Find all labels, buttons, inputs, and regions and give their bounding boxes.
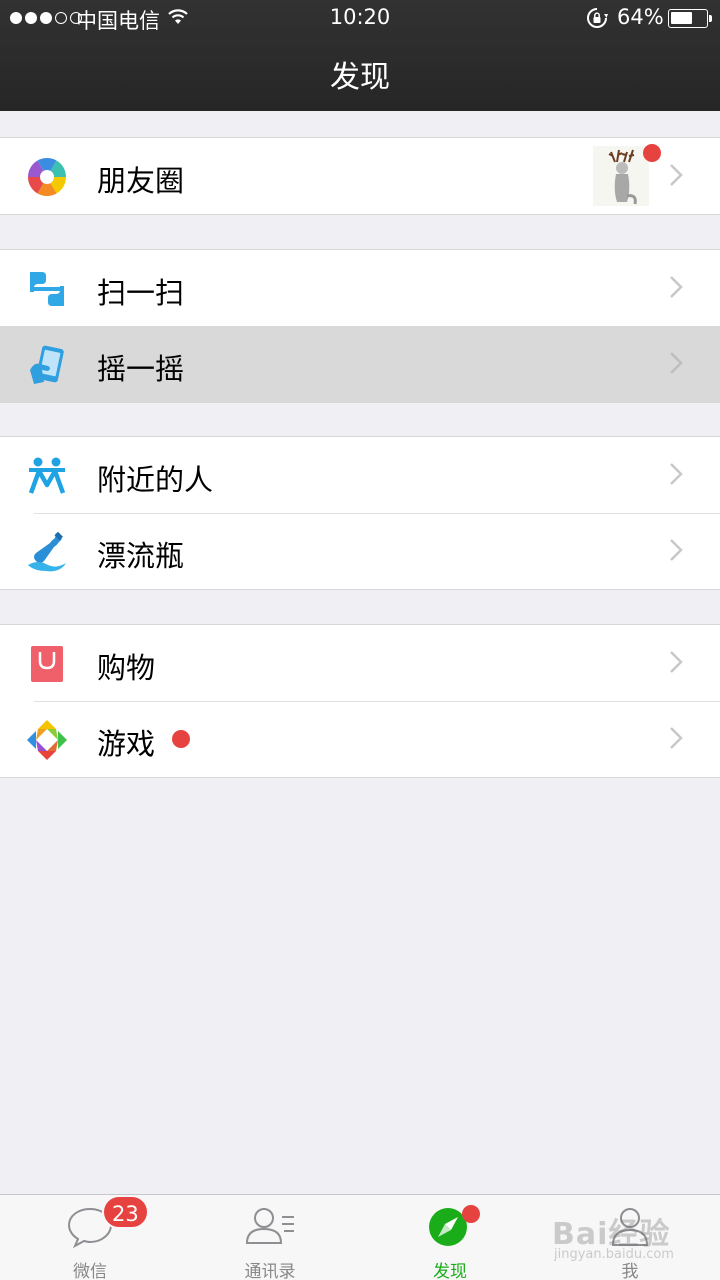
contacts-icon: [180, 1205, 360, 1249]
page-title: 发现: [330, 60, 390, 95]
shopping-bag-icon: [26, 643, 68, 685]
drift-bottle-icon: [26, 531, 68, 573]
watermark-line2: jingyan.baidu.com: [554, 1247, 674, 1262]
chevron-right-icon: [668, 274, 684, 304]
chevron-right-icon: [668, 162, 684, 192]
chevron-right-icon: [668, 461, 684, 491]
chevron-right-icon: [668, 649, 684, 679]
moments-aperture-icon: [26, 156, 68, 198]
chevron-right-icon: [668, 350, 684, 380]
nearby-bottle-group: 附近的人 漂流瓶: [0, 436, 720, 590]
scan-shake-group: 扫一扫 摇一摇: [0, 249, 720, 403]
tab-contacts[interactable]: 通讯录: [180, 1195, 360, 1280]
menu-item-moments[interactable]: 朋友圈: [0, 138, 720, 214]
moments-group: 朋友圈: [0, 137, 720, 215]
tab-discover[interactable]: 发现: [360, 1195, 540, 1280]
compass-icon: [360, 1205, 540, 1249]
menu-item-label: 摇一摇: [97, 352, 185, 386]
menu-item-games[interactable]: 游戏: [0, 701, 720, 777]
scan-icon: [26, 268, 68, 310]
menu-item-scan[interactable]: 扫一扫: [0, 250, 720, 326]
rotation-lock-icon: [586, 7, 608, 34]
chat-bubble-icon: [0, 1205, 180, 1249]
menu-item-drift-bottle[interactable]: 漂流瓶: [0, 513, 720, 589]
people-nearby-icon: [26, 455, 68, 497]
baidu-jingyan-watermark: Bai经验 jingyan.baidu.com: [552, 1205, 717, 1267]
moments-new-dot: [643, 144, 661, 162]
shopping-games-group: 购物 游戏: [0, 624, 720, 778]
moments-latest-thumbnail: [593, 146, 649, 206]
tab-chats[interactable]: 23 微信: [0, 1195, 180, 1280]
games-diamond-icon: [26, 719, 68, 761]
chevron-right-icon: [668, 537, 684, 567]
status-bar: 中国电信 10:20 64%: [0, 0, 720, 36]
unread-badge: 23: [102, 1195, 149, 1229]
menu-item-people-nearby[interactable]: 附近的人: [0, 437, 720, 513]
battery-percent: 64%: [617, 5, 664, 29]
menu-item-label: 扫一扫: [97, 276, 185, 310]
menu-item-label: 购物: [97, 651, 156, 685]
tab-bar: 23 微信 通讯录 发现 我 Bai经验 jingyan.baidu.com: [0, 1194, 720, 1280]
tab-label: 微信: [73, 1262, 107, 1280]
menu-item-label: 附近的人: [97, 463, 214, 497]
menu-item-label: 朋友圈: [97, 164, 185, 198]
top-bar: 中国电信 10:20 64% 发现: [0, 0, 720, 111]
menu-item-label: 游戏: [97, 727, 156, 761]
tab-label: 通讯录: [244, 1262, 296, 1280]
menu-item-shake[interactable]: 摇一摇: [0, 326, 720, 402]
menu-item-shopping[interactable]: 购物: [0, 625, 720, 701]
tab-label: 发现: [433, 1262, 467, 1280]
discover-new-dot: [462, 1205, 480, 1223]
status-time: 10:20: [329, 5, 391, 29]
battery-icon: [668, 9, 712, 28]
shake-phone-icon: [26, 344, 68, 386]
menu-item-label: 漂流瓶: [97, 539, 185, 573]
games-new-dot: [172, 730, 190, 748]
chevron-right-icon: [668, 725, 684, 755]
